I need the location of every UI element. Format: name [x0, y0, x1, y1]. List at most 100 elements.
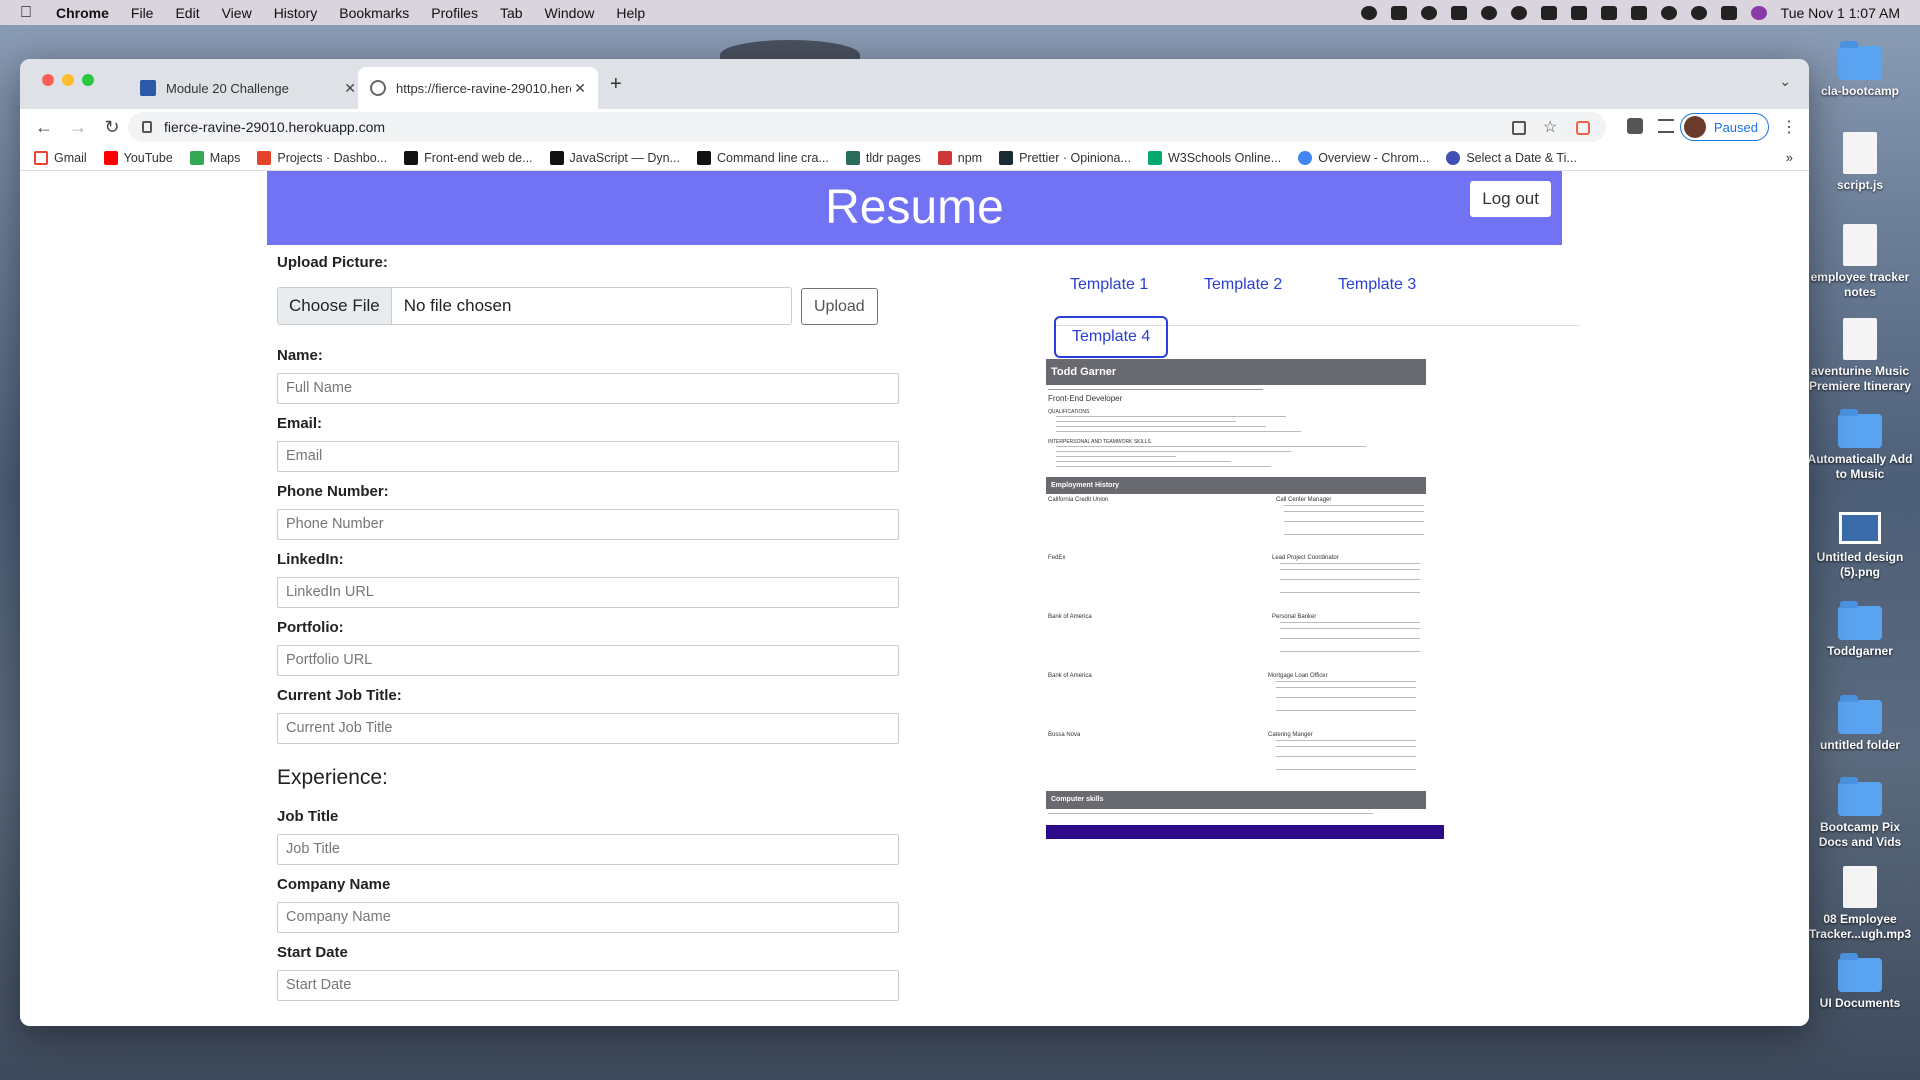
- display-icon[interactable]: [1390, 5, 1407, 20]
- keyboard-icon[interactable]: [1540, 5, 1557, 20]
- desktop-item-employee-tracker-mp3[interactable]: 08 Employee Tracker...ugh.mp3: [1805, 866, 1915, 942]
- battery-icon[interactable]: [1630, 5, 1647, 20]
- bookmark-star-icon[interactable]: ☆: [1543, 117, 1557, 137]
- lock-icon[interactable]: [142, 121, 152, 133]
- logout-button[interactable]: Log out: [1469, 180, 1552, 218]
- bookmark-youtube[interactable]: YouTube: [103, 150, 173, 165]
- record-icon[interactable]: [1420, 5, 1437, 20]
- upload-button[interactable]: Upload: [801, 287, 878, 325]
- more-bookmarks-icon[interactable]: »: [1786, 150, 1793, 165]
- email-field[interactable]: Email: [277, 441, 899, 472]
- menu-file[interactable]: File: [131, 5, 154, 21]
- experience-heading: Experience:: [277, 766, 388, 789]
- desktop-item-bootcamp-pix[interactable]: Bootcamp Pix Docs and Vids: [1805, 777, 1915, 850]
- play-icon[interactable]: [1480, 5, 1497, 20]
- resume-name: Todd Garner: [1046, 359, 1426, 385]
- siri-icon[interactable]: [1750, 5, 1767, 20]
- bookmark-prettier[interactable]: Prettier · Opiniona...: [999, 150, 1131, 165]
- spotlight-icon[interactable]: [1690, 5, 1707, 20]
- tab-template-1[interactable]: Template 1: [1054, 265, 1164, 307]
- page-header: Resume Log out: [267, 171, 1562, 245]
- new-tab-icon[interactable]: +: [610, 73, 622, 96]
- bookmark-select-date[interactable]: Select a Date & Ti...: [1446, 150, 1577, 165]
- file-input[interactable]: Choose File No file chosen: [277, 287, 792, 325]
- resume-text-line: [1280, 569, 1420, 570]
- youtube-icon: [103, 150, 118, 165]
- tab-search-chevron-icon[interactable]: ⌄: [1779, 73, 1791, 90]
- address-bar[interactable]: fierce-ravine-29010.herokuapp.com ☆: [128, 112, 1606, 142]
- choose-file-button[interactable]: Choose File: [278, 288, 392, 324]
- menu-tab[interactable]: Tab: [500, 5, 523, 21]
- bookmark-w3schools[interactable]: W3Schools Online...: [1147, 150, 1281, 165]
- resume-text-line: [1280, 628, 1420, 629]
- desktop-item-untitled-design[interactable]: Untitled design (5).png: [1805, 512, 1915, 580]
- resume-job-title: Call Center Manager: [1276, 497, 1332, 503]
- menu-edit[interactable]: Edit: [175, 5, 199, 21]
- tab-template-3[interactable]: Template 3: [1322, 265, 1432, 307]
- phone-field[interactable]: Phone Number: [277, 509, 899, 540]
- chrome-menu-icon[interactable]: ⋮: [1781, 117, 1797, 137]
- bookmark-gmail[interactable]: Gmail: [34, 150, 87, 165]
- menu-view[interactable]: View: [222, 5, 252, 21]
- desktop-item-add-to-music[interactable]: Automatically Add to Music: [1805, 409, 1915, 482]
- menu-help[interactable]: Help: [616, 5, 645, 21]
- desktop-item-cla-bootcamp[interactable]: cla-bootcamp: [1805, 41, 1915, 99]
- menu-app-name[interactable]: Chrome: [56, 5, 109, 21]
- tab-resume-app[interactable]: https://fierce-ravine-29010.herokuapp.co…: [358, 67, 598, 109]
- desktop-item-toddgarner[interactable]: Toddgarner: [1805, 601, 1915, 659]
- bookmark-npm[interactable]: npm: [937, 150, 982, 165]
- menu-bookmarks[interactable]: Bookmarks: [339, 5, 409, 21]
- bookmark-javascript[interactable]: JavaScript — Dyn...: [549, 150, 680, 165]
- current-job-title-field[interactable]: Current Job Title: [277, 713, 899, 744]
- tab-module-20[interactable]: Module 20 Challenge ✕: [128, 67, 368, 109]
- reload-icon[interactable]: ↻: [102, 117, 122, 138]
- linkedin-field[interactable]: LinkedIn URL: [277, 577, 899, 608]
- extension-status-icon[interactable]: [1450, 5, 1467, 20]
- tab-template-2[interactable]: Template 2: [1188, 265, 1298, 307]
- bookmark-chrome-overview[interactable]: Overview - Chrom...: [1298, 150, 1429, 165]
- menu-window[interactable]: Window: [545, 5, 595, 21]
- bookmark-command-line[interactable]: Command line cra...: [696, 150, 829, 165]
- control-center-icon[interactable]: [1720, 5, 1737, 20]
- bookmark-tldr[interactable]: tldr pages: [845, 150, 921, 165]
- reading-list-icon[interactable]: [1658, 119, 1674, 133]
- minimize-window-button[interactable]: [62, 74, 74, 86]
- profile-button[interactable]: Paused: [1679, 113, 1769, 141]
- start-date-field[interactable]: Start Date: [277, 970, 899, 1001]
- menu-profiles[interactable]: Profiles: [431, 5, 478, 21]
- bookmark-projects[interactable]: Projects · Dashbo...: [257, 150, 387, 165]
- extension-red-icon[interactable]: [1576, 121, 1590, 135]
- desktop-item-employee-tracker-notes[interactable]: employee tracker notes: [1805, 224, 1915, 300]
- name-field[interactable]: Full Name: [277, 373, 899, 404]
- resume-text-line: [1056, 446, 1366, 447]
- airdrop-icon[interactable]: [1510, 5, 1527, 20]
- wifi-icon[interactable]: [1660, 5, 1677, 20]
- extensions-puzzle-icon[interactable]: [1627, 118, 1643, 134]
- bookmark-front-end[interactable]: Front-end web de...: [404, 150, 533, 165]
- portfolio-field[interactable]: Portfolio URL: [277, 645, 899, 676]
- resume-section-qualifications: QUALIFICATIONS: [1048, 409, 1090, 415]
- close-window-button[interactable]: [42, 74, 54, 86]
- close-tab-icon[interactable]: ✕: [344, 80, 356, 97]
- desktop-item-ui-documents[interactable]: UI Documents: [1805, 953, 1915, 1011]
- forward-icon[interactable]: →: [68, 117, 88, 138]
- gmail-icon: [34, 150, 48, 165]
- back-icon[interactable]: ←: [34, 117, 54, 138]
- close-tab-icon[interactable]: ✕: [574, 80, 586, 97]
- bluetooth-icon[interactable]: [1600, 5, 1617, 20]
- menu-clock[interactable]: Tue Nov 1 1:07 AM: [1781, 5, 1900, 21]
- job-title-field[interactable]: Job Title: [277, 834, 899, 865]
- tab-template-4[interactable]: Template 4: [1054, 316, 1169, 358]
- menu-history[interactable]: History: [274, 5, 318, 21]
- desktop-item-untitled-folder[interactable]: untitled folder: [1805, 695, 1915, 753]
- desktop-item-script-js[interactable]: script.js: [1805, 132, 1915, 193]
- bookmark-maps[interactable]: Maps: [189, 150, 240, 165]
- desktop-item-itinerary[interactable]: aventurine Music Premiere Itinerary: [1805, 318, 1915, 394]
- share-icon[interactable]: [1512, 121, 1526, 135]
- zoom-window-button[interactable]: [82, 74, 94, 86]
- volume-icon[interactable]: [1570, 5, 1587, 20]
- apple-icon[interactable]: : [20, 4, 38, 22]
- document-icon: [1843, 132, 1877, 174]
- creative-cloud-icon[interactable]: [1360, 5, 1377, 20]
- company-name-field[interactable]: Company Name: [277, 902, 899, 933]
